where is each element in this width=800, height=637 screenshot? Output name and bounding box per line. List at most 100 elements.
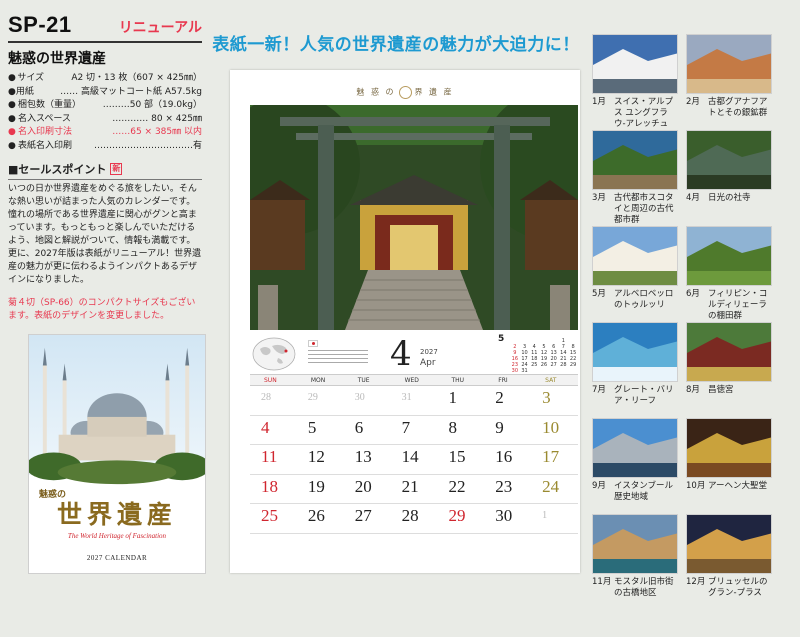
calendar-day: 12 xyxy=(307,447,325,466)
product-title: 魅惑の世界遺産 xyxy=(8,51,106,67)
month-label: 5月 xyxy=(592,289,606,299)
calendar-day: 8 xyxy=(448,417,457,437)
current-month-number: 4 xyxy=(390,334,412,374)
weekday-tue: TUE xyxy=(357,377,370,384)
month-thumbnail: 8月 昌徳宮 xyxy=(686,322,772,396)
month-thumbnail: 11月 モスタル旧市街の古橋地区 xyxy=(592,514,678,599)
weekday-sun: SUN xyxy=(264,377,277,384)
headline: 表紙一新！人気の世界遺産の魅力が大迫力に！ xyxy=(212,35,580,55)
cover-calendar-label: 2027 CALENDAR xyxy=(86,554,148,562)
product-code: SP-21 xyxy=(8,12,72,37)
calendar-day: 16 xyxy=(495,447,513,466)
new-badge-icon: 新 xyxy=(110,163,123,175)
calendar-day: 20 xyxy=(354,476,372,496)
current-month-english: Apr xyxy=(420,358,436,368)
weekday-fri: FRI xyxy=(498,377,508,384)
sales-points: ■セールスポイント 新 いつの日か世界遺産をめぐる旅をしたい。そんな熱い思いが詰… xyxy=(8,161,202,287)
month-label: 11月 xyxy=(592,577,612,587)
month-photo xyxy=(686,34,772,94)
world-map-icon xyxy=(252,337,296,371)
renewal-label: リニューアル xyxy=(118,20,202,36)
month-thumbnail: 5月 アルベロベッロのトゥルッリ xyxy=(592,226,678,311)
calendar-day: 27 xyxy=(354,506,372,525)
site-name: 古都グアナフアトとその銀鉱群 xyxy=(708,97,768,118)
month-label: 12月 xyxy=(686,577,706,587)
calendar-day: 14 xyxy=(401,447,419,466)
calendar-day: 1 xyxy=(542,510,548,521)
spec-row: ● 名入印刷寸法 ……65 × 385㎜ 以内 xyxy=(8,127,202,137)
month-photo xyxy=(686,226,772,286)
month-photo xyxy=(592,418,678,478)
calendar-day: 19 xyxy=(307,476,325,496)
calendar-week: 25 26 27 28 29 30 1 xyxy=(250,504,578,534)
weekday-sat: SAT xyxy=(545,377,557,384)
calendar-day: 7 xyxy=(401,417,411,437)
site-name: 古代都市スコタイと周辺の古代都市群 xyxy=(614,193,674,225)
month-label: 2月 xyxy=(686,97,700,107)
calendar-day: 3 xyxy=(542,388,551,407)
calendar-day: 17 xyxy=(542,447,560,466)
month-thumbnail: 2月 古都グアナフアトとその銀鉱群 xyxy=(686,34,772,119)
calendar-day: 13 xyxy=(354,447,372,466)
next-month-mini-calendar: 5 1 2 3 4 5 6 7 8 9 10 11 12 13 14 15 16 17 18 19 20 21 22 23 2… xyxy=(498,334,578,374)
month-label: 7月 xyxy=(592,385,606,395)
month-thumbnail: 6月 フィリピン・コルディリェーラの棚田群 xyxy=(686,226,772,322)
weekday-header: SUN MON TUE WED THU FRI SAT xyxy=(250,374,578,386)
site-name: イスタンブール歴史地域 xyxy=(614,481,673,502)
month-photo xyxy=(686,418,772,478)
calendar-sheet: 魅 惑 の界 遺 産 4 2027 Apr 5 1 2 3 4 5 6 7 8 … xyxy=(230,70,580,573)
calendar-week: 11 12 13 14 15 16 17 xyxy=(250,445,578,475)
spec-list: ● サイズ A2 切・13 枚（607 × 425㎜） ● 用紙…… 高級マットコート… xyxy=(8,72,202,153)
site-name: 日光の社寺 xyxy=(708,193,751,203)
site-name: アルベロベッロのトゥルッリ xyxy=(614,289,674,310)
calendar-day: 15 xyxy=(448,447,466,466)
next-month-number: 5 xyxy=(498,334,505,344)
sales-points-heading: ■セールスポイント 新 xyxy=(8,161,202,180)
site-name: スイス・アルプス ユングフラウ-アレッチュ xyxy=(614,97,674,129)
calendar-day: 2 xyxy=(495,388,504,407)
month-photo xyxy=(686,322,772,382)
month-photo xyxy=(592,322,678,382)
month-thumbnail: 1月 スイス・アルプス ユングフラウ-アレッチュ xyxy=(592,34,678,130)
current-year: 2027 xyxy=(420,348,438,356)
calendar-day: 22 xyxy=(448,476,466,496)
calendar-day: 28 xyxy=(401,506,419,525)
compact-size-note: 菊４切（SP-66）のコンパクトサイズもございます。表紙のデザインを変更しました… xyxy=(8,298,196,321)
spec-row: ● 表紙名入印刷 ……………………………有 xyxy=(8,140,202,151)
month-photo xyxy=(592,514,678,574)
month-label: 3月 xyxy=(592,193,606,203)
calendar-day: 29 xyxy=(448,506,466,525)
month-photo xyxy=(592,130,678,190)
spec-row: ● 梱包数（重量） ………50 部（19.0kg） xyxy=(8,100,202,110)
calendar-grid: SUN MON TUE WED THU FRI SAT 28 29 30 31 1 2 3 4 5 6 7 8 9 1… xyxy=(250,374,578,534)
calendar-day: 5 xyxy=(307,417,317,437)
month-photo xyxy=(686,130,772,190)
weekday-wed: WED xyxy=(404,377,419,384)
calendar-day: 25 xyxy=(261,506,278,525)
spec-row: ● 用紙…… 高級マットコート紙 A57.5kg xyxy=(8,86,202,97)
month-photo xyxy=(686,514,772,574)
site-name: グレート・バリア・リーフ xyxy=(614,385,674,406)
mosque-illustration xyxy=(29,347,205,485)
site-name: 昌徳宮 xyxy=(708,385,734,395)
spec-row: ● 名入スペース………… 80 × 425㎜ xyxy=(8,113,202,124)
calendar-day: 10 xyxy=(542,417,560,437)
cover-title: 世界遺産 xyxy=(56,500,177,529)
calendar-week: 4 5 6 7 8 9 10 xyxy=(250,416,578,445)
sheet-title: 魅 惑 の界 遺 産 xyxy=(230,86,580,99)
site-name: アーヘン大聖堂 xyxy=(708,481,767,491)
month-label: 1月 xyxy=(592,97,606,107)
japan-flag-icon xyxy=(308,340,318,347)
seal-icon xyxy=(398,86,412,99)
calendar-day: 18 xyxy=(261,476,278,496)
month-thumbnail: 12月 ブリュッセルのグラン-プラス xyxy=(686,514,772,599)
calendar-day: 9 xyxy=(495,417,504,437)
calendar-day: 11 xyxy=(261,447,278,466)
calendar-day: 30 xyxy=(354,392,365,403)
calendar-day: 21 xyxy=(401,476,419,496)
place-description xyxy=(308,350,368,366)
calendar-day: 24 xyxy=(542,476,560,496)
calendar-day: 30 xyxy=(495,506,513,525)
sales-points-text: いつの日か世界遺産をめぐる旅をしたい。そんな熱い思いが詰まった人気のカレンダーで… xyxy=(8,184,202,285)
nikko-shrine-photo xyxy=(250,105,578,330)
